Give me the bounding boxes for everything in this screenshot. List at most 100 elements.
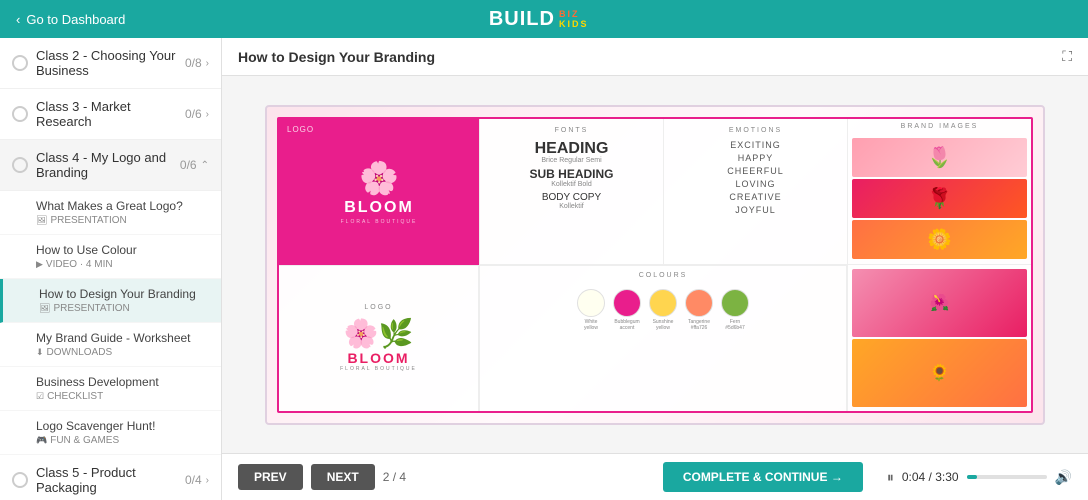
content-title: How to Design Your Branding bbox=[238, 49, 435, 65]
audio-progress-fill bbox=[967, 475, 977, 479]
back-label: Go to Dashboard bbox=[26, 12, 125, 27]
colour-yellow-name: Sunshineyellow bbox=[653, 319, 674, 331]
class3-chevron-icon: › bbox=[206, 109, 209, 120]
colour-white: Whiteyellow bbox=[577, 289, 605, 331]
class5-progress-icon bbox=[12, 472, 28, 488]
class3-right: 0/6 › bbox=[185, 107, 209, 121]
bloom-logo-top: 🌸 BLOOM FLORAL BOUTIQUE bbox=[341, 159, 418, 225]
slide-inner: LOGO 🌸 BLOOM FLORAL BOUTIQUE FONTS HEADI… bbox=[277, 117, 1033, 413]
bloom-flower-bottom-icon: 🌸🌿 bbox=[344, 317, 414, 350]
sub-item-branding-label: How to Design Your Branding bbox=[39, 287, 209, 301]
class4-chevron-icon: ⌃ bbox=[201, 160, 209, 171]
logo-biz: BIZ bbox=[559, 9, 589, 19]
colour-pink-name: Bubblegumaccent bbox=[614, 319, 639, 331]
audio-progress-bar[interactable] bbox=[967, 475, 1047, 479]
sub-item-colour[interactable]: How to Use Colour ▶ VIDEO · 4 MIN bbox=[0, 235, 221, 279]
sidebar-item-class5-left: Class 5 - Product Packaging bbox=[12, 465, 185, 495]
presentation-area: LOGO 🌸 BLOOM FLORAL BOUTIQUE FONTS HEADI… bbox=[222, 76, 1088, 453]
sub-item-scavenger-type: 🎮 FUN & GAMES bbox=[36, 435, 209, 446]
bloom-sub-top: FLORAL BOUTIQUE bbox=[341, 219, 418, 225]
time-display: 0:04 / 3:30 bbox=[902, 470, 959, 484]
expand-icon[interactable]: ⛶ bbox=[1062, 48, 1072, 65]
sidebar-item-class2-left: Class 2 - Choosing Your Business bbox=[12, 48, 185, 78]
brand-image-3: 🌼 bbox=[852, 220, 1027, 259]
download-icon: ⬇ bbox=[36, 347, 44, 358]
emotion-exciting: EXCITING bbox=[672, 140, 839, 150]
class2-right: 0/8 › bbox=[185, 56, 209, 70]
volume-button[interactable]: 🔊 bbox=[1055, 469, 1072, 486]
content-header: How to Design Your Branding ⛶ bbox=[222, 38, 1088, 76]
content-area: How to Design Your Branding ⛶ LOGO 🌸 BLO… bbox=[222, 38, 1088, 500]
slide-emotions: EMOTIONS EXCITING HAPPY CHEERFUL LOVING … bbox=[663, 119, 847, 265]
font-heading: HEADING bbox=[488, 140, 655, 158]
sub-item-logo-type: 🖼 PRESENTATION bbox=[36, 215, 209, 226]
logo-bottom-label: LOGO bbox=[364, 304, 392, 311]
colour-yellow: Sunshineyellow bbox=[649, 289, 677, 331]
colour-green: Fern#5d6b47 bbox=[721, 289, 749, 331]
colours-label: COLOURS bbox=[639, 272, 688, 279]
colour-swatch-orange bbox=[685, 289, 713, 317]
font-body: BODY COPY bbox=[488, 192, 655, 203]
sidebar-item-class4-left: Class 4 - My Logo and Branding bbox=[12, 150, 180, 180]
brand-image-bottom-1: 🌺 bbox=[852, 269, 1027, 337]
sub-item-business-dev-label: Business Development bbox=[36, 375, 209, 389]
emotions-label: EMOTIONS bbox=[672, 127, 839, 134]
class5-label: Class 5 - Product Packaging bbox=[36, 465, 185, 495]
sub-item-logo-label: What Makes a Great Logo? bbox=[36, 199, 209, 213]
class3-progress: 0/6 bbox=[185, 107, 202, 121]
pause-button[interactable]: ⏸ bbox=[887, 469, 894, 486]
media-controls: ⏸ 0:04 / 3:30 🔊 bbox=[887, 469, 1072, 486]
fonts-label: FONTS bbox=[488, 127, 655, 134]
class5-chevron-icon: › bbox=[206, 475, 209, 486]
slide-logo-top: LOGO 🌸 BLOOM FLORAL BOUTIQUE bbox=[279, 119, 479, 265]
font-body-name: Kollektif bbox=[488, 203, 655, 210]
logo-label: LOGO bbox=[287, 125, 314, 134]
sub-item-worksheet-label: My Brand Guide - Worksheet bbox=[36, 331, 209, 345]
bottom-bar: PREV NEXT 2 / 4 COMPLETE & CONTINUE → ⏸ … bbox=[222, 453, 1088, 500]
fun-icon: 🎮 bbox=[36, 435, 47, 446]
font-subheading: SUB HEADING bbox=[488, 168, 655, 181]
chevron-left-icon: ‹ bbox=[16, 12, 20, 27]
slide-logo-bottom: LOGO 🌸🌿 BLOOM FLORAL BOUTIQUE bbox=[279, 265, 479, 411]
main-layout: Class 2 - Choosing Your Business 0/8 › C… bbox=[0, 38, 1088, 500]
presentation-icon: 🖼 bbox=[36, 215, 47, 226]
brand-image-1: 🌷 bbox=[852, 138, 1027, 177]
colour-pink: Bubblegumaccent bbox=[613, 289, 641, 331]
class3-label: Class 3 - Market Research bbox=[36, 99, 185, 129]
sub-item-branding[interactable]: How to Design Your Branding 🖼 PRESENTATI… bbox=[0, 279, 221, 323]
class4-right: 0/6 ⌃ bbox=[180, 158, 209, 172]
sidebar: Class 2 - Choosing Your Business 0/8 › C… bbox=[0, 38, 222, 500]
sub-item-worksheet[interactable]: My Brand Guide - Worksheet ⬇ DOWNLOADS bbox=[0, 323, 221, 367]
prev-button[interactable]: PREV bbox=[238, 464, 303, 490]
sidebar-item-class4[interactable]: Class 4 - My Logo and Branding 0/6 ⌃ bbox=[0, 140, 221, 191]
class4-progress: 0/6 bbox=[180, 158, 197, 172]
font-subheading-name: Kollektif Bold bbox=[488, 181, 655, 188]
sub-item-colour-type: ▶ VIDEO · 4 MIN bbox=[36, 259, 209, 270]
bloom-text-bottom: BLOOM bbox=[347, 350, 409, 366]
colour-green-name: Fern#5d6b47 bbox=[725, 319, 744, 331]
emotion-joyful: JOYFUL bbox=[672, 205, 839, 215]
bloom-text-top: BLOOM bbox=[344, 199, 414, 217]
back-to-dashboard-button[interactable]: ‹ Go to Dashboard bbox=[16, 12, 125, 27]
sub-item-business-dev[interactable]: Business Development ☑ CHECKLIST bbox=[0, 367, 221, 411]
sub-item-colour-label: How to Use Colour bbox=[36, 243, 209, 257]
sub-item-logo[interactable]: What Makes a Great Logo? 🖼 PRESENTATION bbox=[0, 191, 221, 235]
complete-continue-button[interactable]: COMPLETE & CONTINUE → bbox=[663, 462, 863, 492]
font-heading-name: Brice Regular Semi bbox=[488, 157, 655, 164]
colour-orange: Tangerine#ffa726 bbox=[685, 289, 713, 331]
logo-kids: KIDS bbox=[559, 19, 589, 29]
colour-swatch-green bbox=[721, 289, 749, 317]
sidebar-item-class2[interactable]: Class 2 - Choosing Your Business 0/8 › bbox=[0, 38, 221, 89]
bloom-logo-bottom: 🌸🌿 BLOOM FLORAL BOUTIQUE bbox=[340, 317, 417, 372]
page-indicator: 2 / 4 bbox=[383, 470, 406, 484]
sub-item-scavenger[interactable]: Logo Scavenger Hunt! 🎮 FUN & GAMES bbox=[0, 411, 221, 455]
class4-sub-items: What Makes a Great Logo? 🖼 PRESENTATION … bbox=[0, 191, 221, 455]
sidebar-item-class3[interactable]: Class 3 - Market Research 0/6 › bbox=[0, 89, 221, 140]
next-button[interactable]: NEXT bbox=[311, 464, 375, 490]
class4-progress-icon bbox=[12, 157, 28, 173]
sub-item-business-dev-type: ☑ CHECKLIST bbox=[36, 391, 209, 402]
colour-swatch-white bbox=[577, 289, 605, 317]
colour-swatch-yellow bbox=[649, 289, 677, 317]
checklist-icon: ☑ bbox=[36, 391, 44, 402]
sidebar-item-class5[interactable]: Class 5 - Product Packaging 0/4 › bbox=[0, 455, 221, 500]
